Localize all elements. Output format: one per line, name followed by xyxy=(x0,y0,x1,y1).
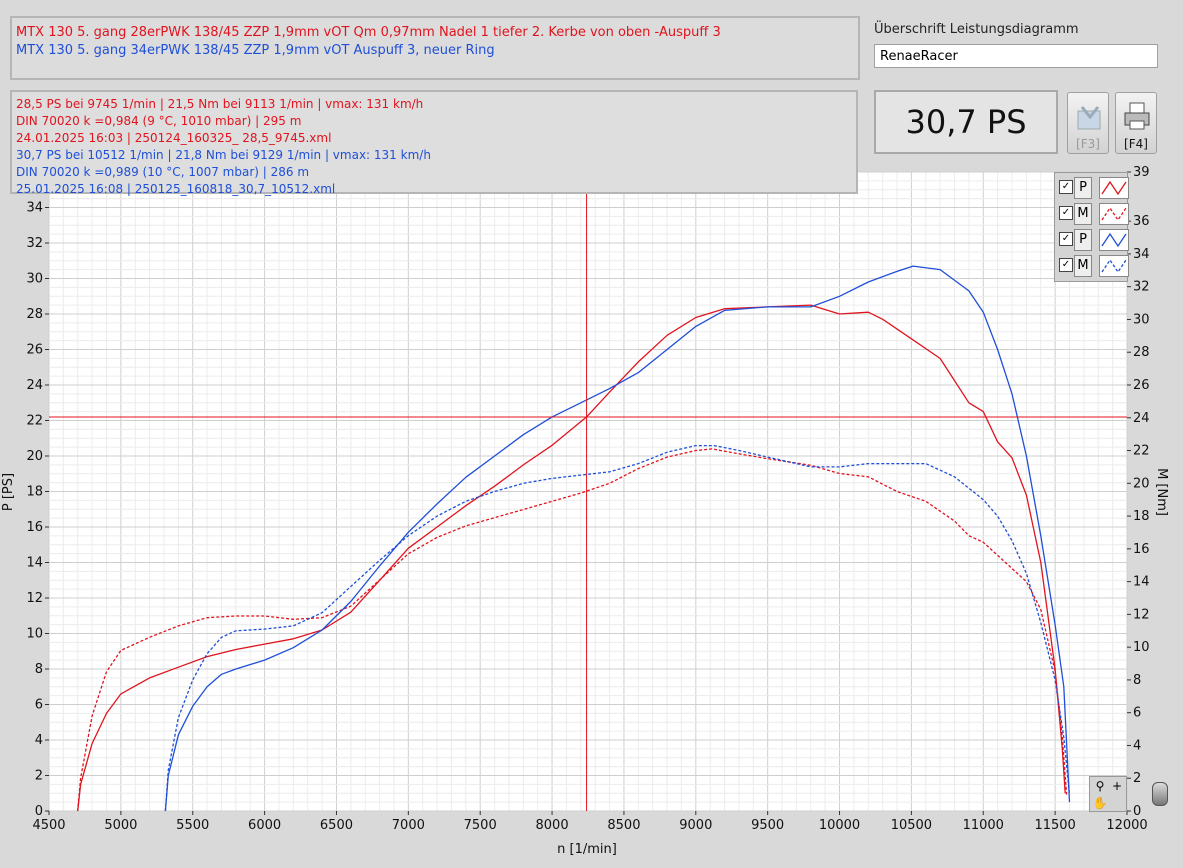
graph-tools-palette: ⚲ + ✋ xyxy=(1089,776,1127,812)
y-tick-label: 2 xyxy=(35,769,43,784)
x-tick-label: 7000 xyxy=(392,818,425,833)
legend-swatch xyxy=(1099,229,1129,251)
y-tick-label: 4 xyxy=(35,733,43,748)
y-tick-label: 6 xyxy=(35,698,43,713)
y2-tick-label: 20 xyxy=(1133,476,1150,491)
f3-button[interactable]: [F3] xyxy=(1067,92,1109,154)
x-tick-label: 11000 xyxy=(963,818,1004,833)
peak-power-display: 30,7 PS xyxy=(874,90,1058,154)
y2-tick-label: 0 xyxy=(1133,804,1141,819)
y2-tick-label: 16 xyxy=(1133,542,1150,557)
x-tick-label: 6000 xyxy=(248,818,281,833)
legend-letter: M xyxy=(1074,255,1092,277)
y-axis-label: P [PS] xyxy=(1,473,16,511)
y-tick-label: 8 xyxy=(35,662,43,677)
y-tick-label: 18 xyxy=(26,485,43,500)
y-tick-label: 20 xyxy=(26,449,43,464)
legend: ✓ P ✓ M ✓ P ✓ M xyxy=(1054,172,1129,282)
y2-tick-label: 34 xyxy=(1133,247,1150,262)
y-tick-label: 24 xyxy=(26,378,43,393)
zoom-icon[interactable]: ⚲ xyxy=(1092,778,1108,794)
legend-swatch xyxy=(1099,255,1129,277)
y2-tick-label: 12 xyxy=(1133,607,1150,622)
y2-axis-label: M [Nm] xyxy=(1154,468,1169,516)
y-tick-label: 28 xyxy=(26,307,43,322)
y-tick-label: 14 xyxy=(26,556,43,571)
y-tick-label: 10 xyxy=(26,627,43,642)
x-tick-label: 8000 xyxy=(536,818,569,833)
y2-tick-label: 39 xyxy=(1133,165,1150,180)
x-tick-label: 9000 xyxy=(679,818,712,833)
x-tick-label: 7500 xyxy=(464,818,497,833)
y2-tick-label: 18 xyxy=(1133,509,1150,524)
y2-tick-label: 6 xyxy=(1133,706,1141,721)
chart-title-label: Überschrift Leistungsdiagramm xyxy=(874,22,1079,37)
x-tick-label: 10000 xyxy=(819,818,860,833)
stats-blue-din: DIN 70020 k =0,989 (10 °C, 1007 mbar) | … xyxy=(16,165,310,179)
f4-label: [F4] xyxy=(1124,137,1148,151)
y2-tick-label: 22 xyxy=(1133,444,1150,459)
x-tick-label: 5000 xyxy=(104,818,137,833)
run-description-red: MTX 130 5. gang 28erPWK 138/45 ZZP 1,9mm… xyxy=(16,25,721,40)
crosshair-icon[interactable]: + xyxy=(1109,778,1125,794)
x-tick-label: 12000 xyxy=(1106,818,1147,833)
y2-tick-label: 36 xyxy=(1133,214,1150,229)
y-tick-label: 34 xyxy=(26,201,43,216)
f3-label: [F3] xyxy=(1076,137,1100,151)
x-tick-label: 4500 xyxy=(32,818,65,833)
y2-tick-label: 8 xyxy=(1133,673,1141,688)
x-tick-label: 9500 xyxy=(751,818,784,833)
stats-blue-file: 25.01.2025 16:08 | 250125_160818_30,7_10… xyxy=(16,182,336,196)
legend-checkbox[interactable]: ✓ xyxy=(1059,232,1073,246)
y2-tick-label: 24 xyxy=(1133,411,1150,426)
legend-letter: P xyxy=(1074,229,1092,251)
stats-blue-peak: 30,7 PS bei 10512 1/min | 21,8 Nm bei 91… xyxy=(16,148,431,162)
y-tick-label: 22 xyxy=(26,414,43,429)
y2-tick-label: 26 xyxy=(1133,378,1150,393)
stats-red-din: DIN 70020 k =0,984 (9 °C, 1010 mbar) | 2… xyxy=(16,114,302,128)
legend-checkbox[interactable]: ✓ xyxy=(1059,206,1073,220)
y-tick-label: 26 xyxy=(26,343,43,358)
y2-tick-label: 32 xyxy=(1133,280,1150,295)
pan-hand-icon[interactable]: ✋ xyxy=(1092,795,1108,811)
legend-item-blue-power[interactable]: ✓ P xyxy=(1059,229,1129,251)
x-tick-label: 5500 xyxy=(176,818,209,833)
legend-swatch xyxy=(1099,177,1129,199)
y2-tick-label: 4 xyxy=(1133,738,1141,753)
x-tick-label: 8500 xyxy=(607,818,640,833)
y2-tick-label: 2 xyxy=(1133,771,1141,786)
legend-letter: P xyxy=(1074,177,1092,199)
export-icon xyxy=(1077,106,1101,130)
legend-letter: M xyxy=(1074,203,1092,225)
x-tick-label: 11500 xyxy=(1034,818,1075,833)
y2-tick-label: 14 xyxy=(1133,575,1150,590)
legend-item-blue-torque[interactable]: ✓ M xyxy=(1059,255,1129,277)
y-tick-label: 12 xyxy=(26,591,43,606)
printer-icon xyxy=(1124,102,1150,130)
run-stats-panel: 28,5 PS bei 9745 1/min | 21,5 Nm bei 911… xyxy=(10,90,858,196)
stats-red-file: 24.01.2025 16:03 | 250124_160325_ 28,5_9… xyxy=(16,131,332,145)
legend-checkbox[interactable]: ✓ xyxy=(1059,258,1073,272)
y2-tick-label: 28 xyxy=(1133,345,1150,360)
stats-red-peak: 28,5 PS bei 9745 1/min | 21,5 Nm bei 911… xyxy=(16,97,424,111)
y-tick-label: 30 xyxy=(26,272,43,287)
legend-item-red-torque[interactable]: ✓ M xyxy=(1059,203,1129,225)
y-tick-label: 32 xyxy=(26,236,43,251)
legend-checkbox[interactable]: ✓ xyxy=(1059,180,1073,194)
legend-swatch xyxy=(1099,203,1129,225)
f4-button[interactable]: [F4] xyxy=(1115,92,1157,154)
y2-tick-label: 30 xyxy=(1133,312,1150,327)
run-description-blue: MTX 130 5. gang 34erPWK 138/45 ZZP 1,9mm… xyxy=(16,43,495,58)
x-tick-label: 10500 xyxy=(891,818,932,833)
chart-title-input[interactable] xyxy=(874,44,1158,68)
y-tick-label: 16 xyxy=(26,520,43,535)
x-tick-label: 6500 xyxy=(320,818,353,833)
y-tick-label: 0 xyxy=(35,804,43,819)
legend-item-red-power[interactable]: ✓ P xyxy=(1059,177,1129,199)
y2-tick-label: 10 xyxy=(1133,640,1150,655)
run-description-panel: MTX 130 5. gang 28erPWK 138/45 ZZP 1,9mm… xyxy=(10,16,860,80)
scroll-knob[interactable] xyxy=(1152,782,1168,806)
x-axis-label: n [1/min] xyxy=(557,842,617,857)
